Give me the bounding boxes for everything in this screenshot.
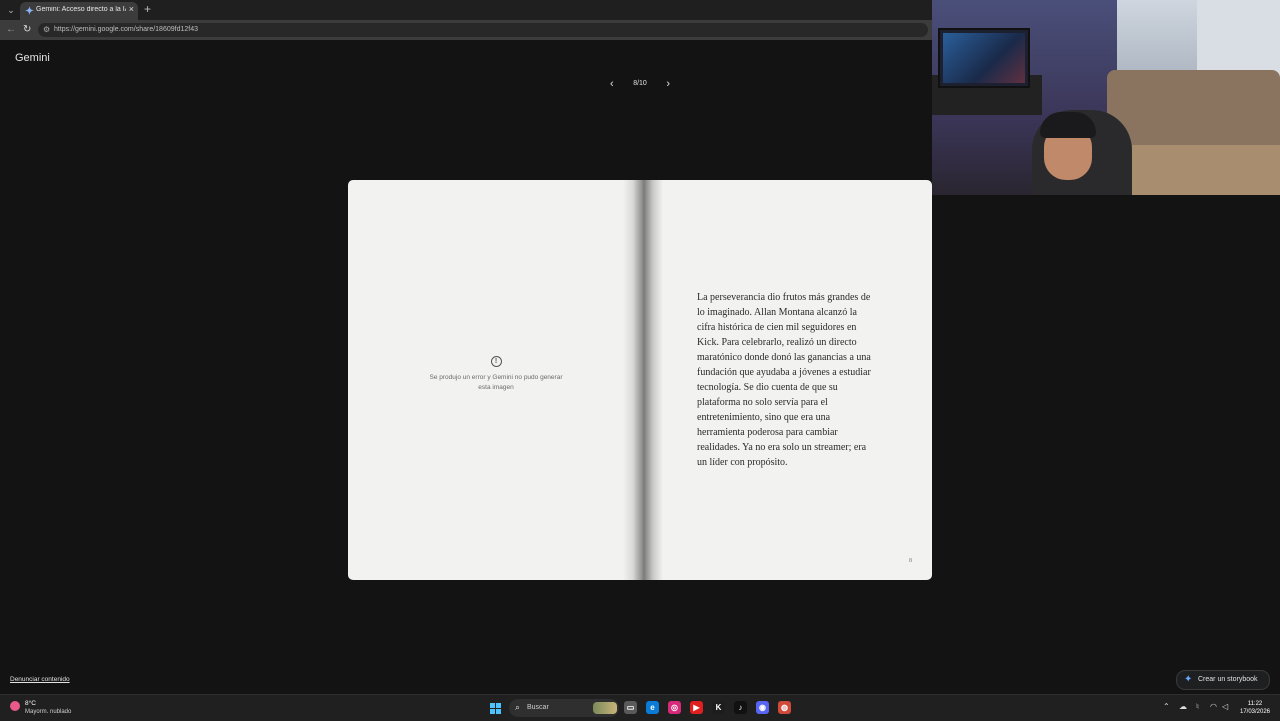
taskbar: 8°C Mayorm. nublado ⌕ Buscar ▭ e ◎ ▶ K ♪ ◉ ◍ ⌃ … xyxy=(0,694,1280,721)
gemini-logo[interactable]: Gemini xyxy=(15,52,50,64)
windows-start-icon[interactable] xyxy=(490,703,501,714)
weather-icon xyxy=(10,701,20,711)
error-icon: ! xyxy=(490,356,502,367)
close-tab-icon[interactable]: × xyxy=(129,4,134,14)
tab-search-icon[interactable]: ⌄ xyxy=(4,3,18,17)
webcam-floor xyxy=(1132,145,1280,195)
search-highlight-image xyxy=(593,702,617,714)
discord-icon[interactable]: ◉ xyxy=(756,701,769,714)
file-explorer-icon[interactable]: ▭ xyxy=(624,701,637,714)
story-text: La perseverancia dio frutos más grandes … xyxy=(697,292,871,468)
clock-time: 11:22 xyxy=(1247,701,1263,707)
browser-tab-gemini[interactable]: Gemini: Acceso directo a la IA de Google… xyxy=(20,2,138,20)
search-label: Buscar xyxy=(527,704,549,711)
tab-strip: ⌄ Gemini: Acceso directo a la IA de Goog… xyxy=(0,0,932,20)
sparkle-icon: ✦ xyxy=(1184,674,1193,685)
wifi-icon[interactable]: ◠ xyxy=(1210,702,1217,711)
page-navigator: ‹ 8/10 › xyxy=(604,78,676,92)
create-storybook-label: Crear un storybook xyxy=(1198,676,1258,683)
search-icon: ⌕ xyxy=(515,702,521,712)
error-text: Se produjo un error y Gemini no pudo gen… xyxy=(429,374,563,391)
kick-icon[interactable]: K xyxy=(712,701,725,714)
webcam-couch xyxy=(1107,70,1280,155)
address-bar-row: ← ↻ ⚙ https://gemini.google.com/share/18… xyxy=(0,20,932,40)
image-error-message: ! Se produjo un error y Gemini no pudo g… xyxy=(428,356,564,393)
show-hidden-icons-icon[interactable]: ⌃ xyxy=(1163,702,1170,711)
back-button[interactable]: ← xyxy=(6,24,16,35)
storybook-spread: ! Se produjo un error y Gemini no pudo g… xyxy=(348,180,932,580)
tab-title: Gemini: Acceso directo a la IA de Google xyxy=(36,6,126,13)
reload-button[interactable]: ↻ xyxy=(23,24,31,35)
next-page-button[interactable]: › xyxy=(666,78,670,90)
page-number: 8 xyxy=(909,558,912,564)
previous-page-button[interactable]: ‹ xyxy=(610,78,614,90)
instagram-icon[interactable]: ◎ xyxy=(668,701,681,714)
create-storybook-button[interactable]: ✦ Crear un storybook xyxy=(1176,670,1270,690)
webcam-monitor-screen xyxy=(943,33,1025,83)
webcam-overlay xyxy=(932,0,1280,195)
microphone-icon[interactable]: ♮ xyxy=(1196,702,1199,711)
url-field[interactable]: ⚙ https://gemini.google.com/share/18609f… xyxy=(38,23,928,37)
url-text: https://gemini.google.com/share/18609fd1… xyxy=(54,26,198,33)
system-clock[interactable]: 11:22 17/03/2026 xyxy=(1236,700,1274,716)
clock-date: 17/03/2026 xyxy=(1239,709,1271,715)
edge-icon[interactable]: e xyxy=(646,701,659,714)
site-info-icon[interactable]: ⚙ xyxy=(43,25,50,34)
new-tab-button[interactable]: + xyxy=(144,2,151,16)
tiktok-icon[interactable]: ♪ xyxy=(734,701,747,714)
weather-temp: 8°C xyxy=(25,700,36,707)
onedrive-icon[interactable]: ☁ xyxy=(1179,702,1187,711)
volume-icon[interactable]: ◁ xyxy=(1222,702,1228,711)
taskbar-search[interactable]: ⌕ Buscar xyxy=(509,699,619,717)
page-counter: 8/10 xyxy=(633,80,647,87)
gemini-favicon-icon xyxy=(25,6,34,15)
report-content-link[interactable]: Denunciar contenido xyxy=(10,676,70,683)
book-spine xyxy=(623,180,663,580)
youtube-icon[interactable]: ▶ xyxy=(690,701,703,714)
webcam-monitor xyxy=(938,28,1030,88)
chrome-icon[interactable]: ◍ xyxy=(778,701,791,714)
webcam-person-cap xyxy=(1040,112,1096,138)
weather-condition: Mayorm. nublado xyxy=(25,709,72,715)
weather-widget[interactable]: 8°C Mayorm. nublado xyxy=(8,700,88,716)
